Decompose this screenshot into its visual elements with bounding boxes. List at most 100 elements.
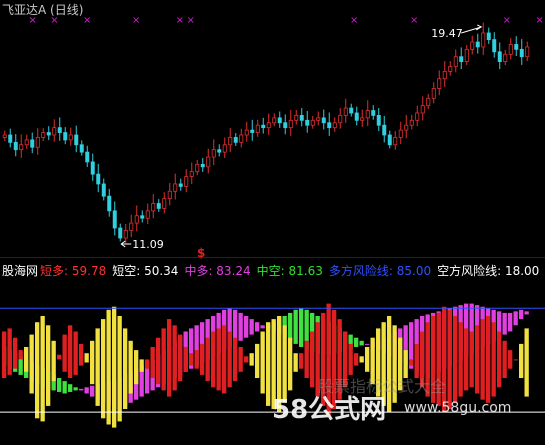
- candle: [30, 132, 35, 154]
- candle-body: [85, 151, 90, 163]
- candle-body: [431, 88, 436, 99]
- candle: [299, 108, 304, 127]
- indicator-bar: [211, 331, 216, 388]
- indicator-bar: [304, 340, 309, 378]
- candle-body: [382, 124, 387, 136]
- candle: [211, 139, 216, 166]
- candle-body: [68, 134, 73, 141]
- candle-body: [481, 32, 486, 48]
- indicator-bar: [227, 331, 232, 388]
- candle-body: [519, 48, 524, 58]
- candle-body: [398, 129, 403, 138]
- candle: [244, 121, 249, 142]
- indicator-bar: [172, 325, 177, 391]
- candle-body: [365, 110, 370, 119]
- indicator-bar: [24, 347, 29, 372]
- candle-body: [255, 124, 260, 133]
- candle: [409, 114, 414, 130]
- candle: [8, 128, 13, 148]
- candle: [448, 61, 453, 76]
- candle: [437, 70, 442, 96]
- indicator-bar: [249, 353, 254, 366]
- indicator-bar: [249, 319, 254, 335]
- indicator-bar: [145, 359, 150, 369]
- indicator-bar: [480, 319, 485, 400]
- candle: [2, 130, 7, 141]
- indicator-bar: [359, 340, 364, 346]
- indicator-bar: [194, 350, 199, 369]
- candle-body: [46, 132, 51, 136]
- indicator-bar: [7, 328, 12, 375]
- candle: [525, 41, 530, 62]
- indicator-bar: [178, 334, 183, 382]
- candle-body: [415, 112, 420, 121]
- indicator-bar: [491, 322, 496, 397]
- candle: [68, 127, 73, 146]
- candle: [123, 224, 128, 244]
- candle-body: [112, 210, 117, 229]
- candle-body: [514, 44, 519, 50]
- indicator-bar: [35, 322, 40, 419]
- candle: [365, 100, 370, 127]
- legend-item: 空方风险线: 18.00: [437, 263, 539, 278]
- signal-markers: × × × × × × × × × ×: [29, 15, 544, 26]
- legend-item: 中多: 83.24: [184, 263, 250, 278]
- indicator-bar: [84, 353, 89, 363]
- indicator-bar: [497, 331, 502, 388]
- candle: [387, 130, 392, 149]
- candle: [459, 47, 464, 70]
- candle-body: [305, 119, 310, 126]
- candle-body: [200, 163, 205, 168]
- indicator-bar: [486, 316, 491, 403]
- candle-body: [448, 66, 453, 72]
- indicator-bar: [288, 337, 293, 391]
- indicator-bar: [79, 343, 84, 366]
- candle-body: [371, 110, 376, 116]
- candle-body: [90, 161, 95, 175]
- candle-body: [266, 122, 271, 129]
- candle-body: [74, 134, 79, 146]
- high-price-label: 19.47: [431, 27, 463, 40]
- candle-body: [222, 144, 227, 153]
- signal-cross-marker: ×: [187, 15, 195, 26]
- indicator-bar: [18, 350, 23, 360]
- signal-cross-marker: ×: [535, 15, 543, 26]
- indicator-bar: [502, 312, 507, 335]
- candle-body: [96, 173, 101, 185]
- indicator-bar: [359, 356, 364, 363]
- indicator-bar: [222, 325, 227, 394]
- indicator-bar: [255, 322, 260, 332]
- candle: [107, 188, 112, 217]
- signal-cross-marker: ×: [83, 15, 91, 26]
- legend-item: 短多: 59.78: [40, 264, 106, 278]
- candle: [420, 96, 425, 121]
- indicator-bar: [57, 378, 62, 392]
- candle: [398, 121, 403, 145]
- indicator-bar: [13, 337, 18, 369]
- candle-body: [118, 227, 123, 239]
- candle-body: [442, 70, 447, 80]
- candle-body: [349, 107, 354, 114]
- candle-body: [151, 203, 156, 212]
- indicator-bar: [513, 311, 518, 326]
- candle: [393, 131, 398, 150]
- candle-body: [239, 134, 244, 143]
- candle: [184, 169, 189, 193]
- indicator-bar: [79, 388, 84, 391]
- indicator-bar: [260, 331, 265, 394]
- candle: [35, 128, 40, 155]
- indicator-bar: [442, 306, 447, 413]
- candle: [173, 173, 178, 200]
- candle: [85, 145, 90, 168]
- indicator-bar: [112, 306, 117, 428]
- candle-body: [261, 124, 266, 129]
- watermark-url: www.58gu.com: [404, 400, 511, 416]
- candle: [250, 119, 255, 141]
- candle: [112, 201, 117, 236]
- candle-body: [63, 132, 68, 141]
- candlestick-series: [2, 22, 530, 244]
- indicator-bar: [354, 353, 359, 366]
- candle: [514, 36, 519, 57]
- candle-body: [79, 144, 84, 153]
- indicator-bar: [299, 353, 304, 369]
